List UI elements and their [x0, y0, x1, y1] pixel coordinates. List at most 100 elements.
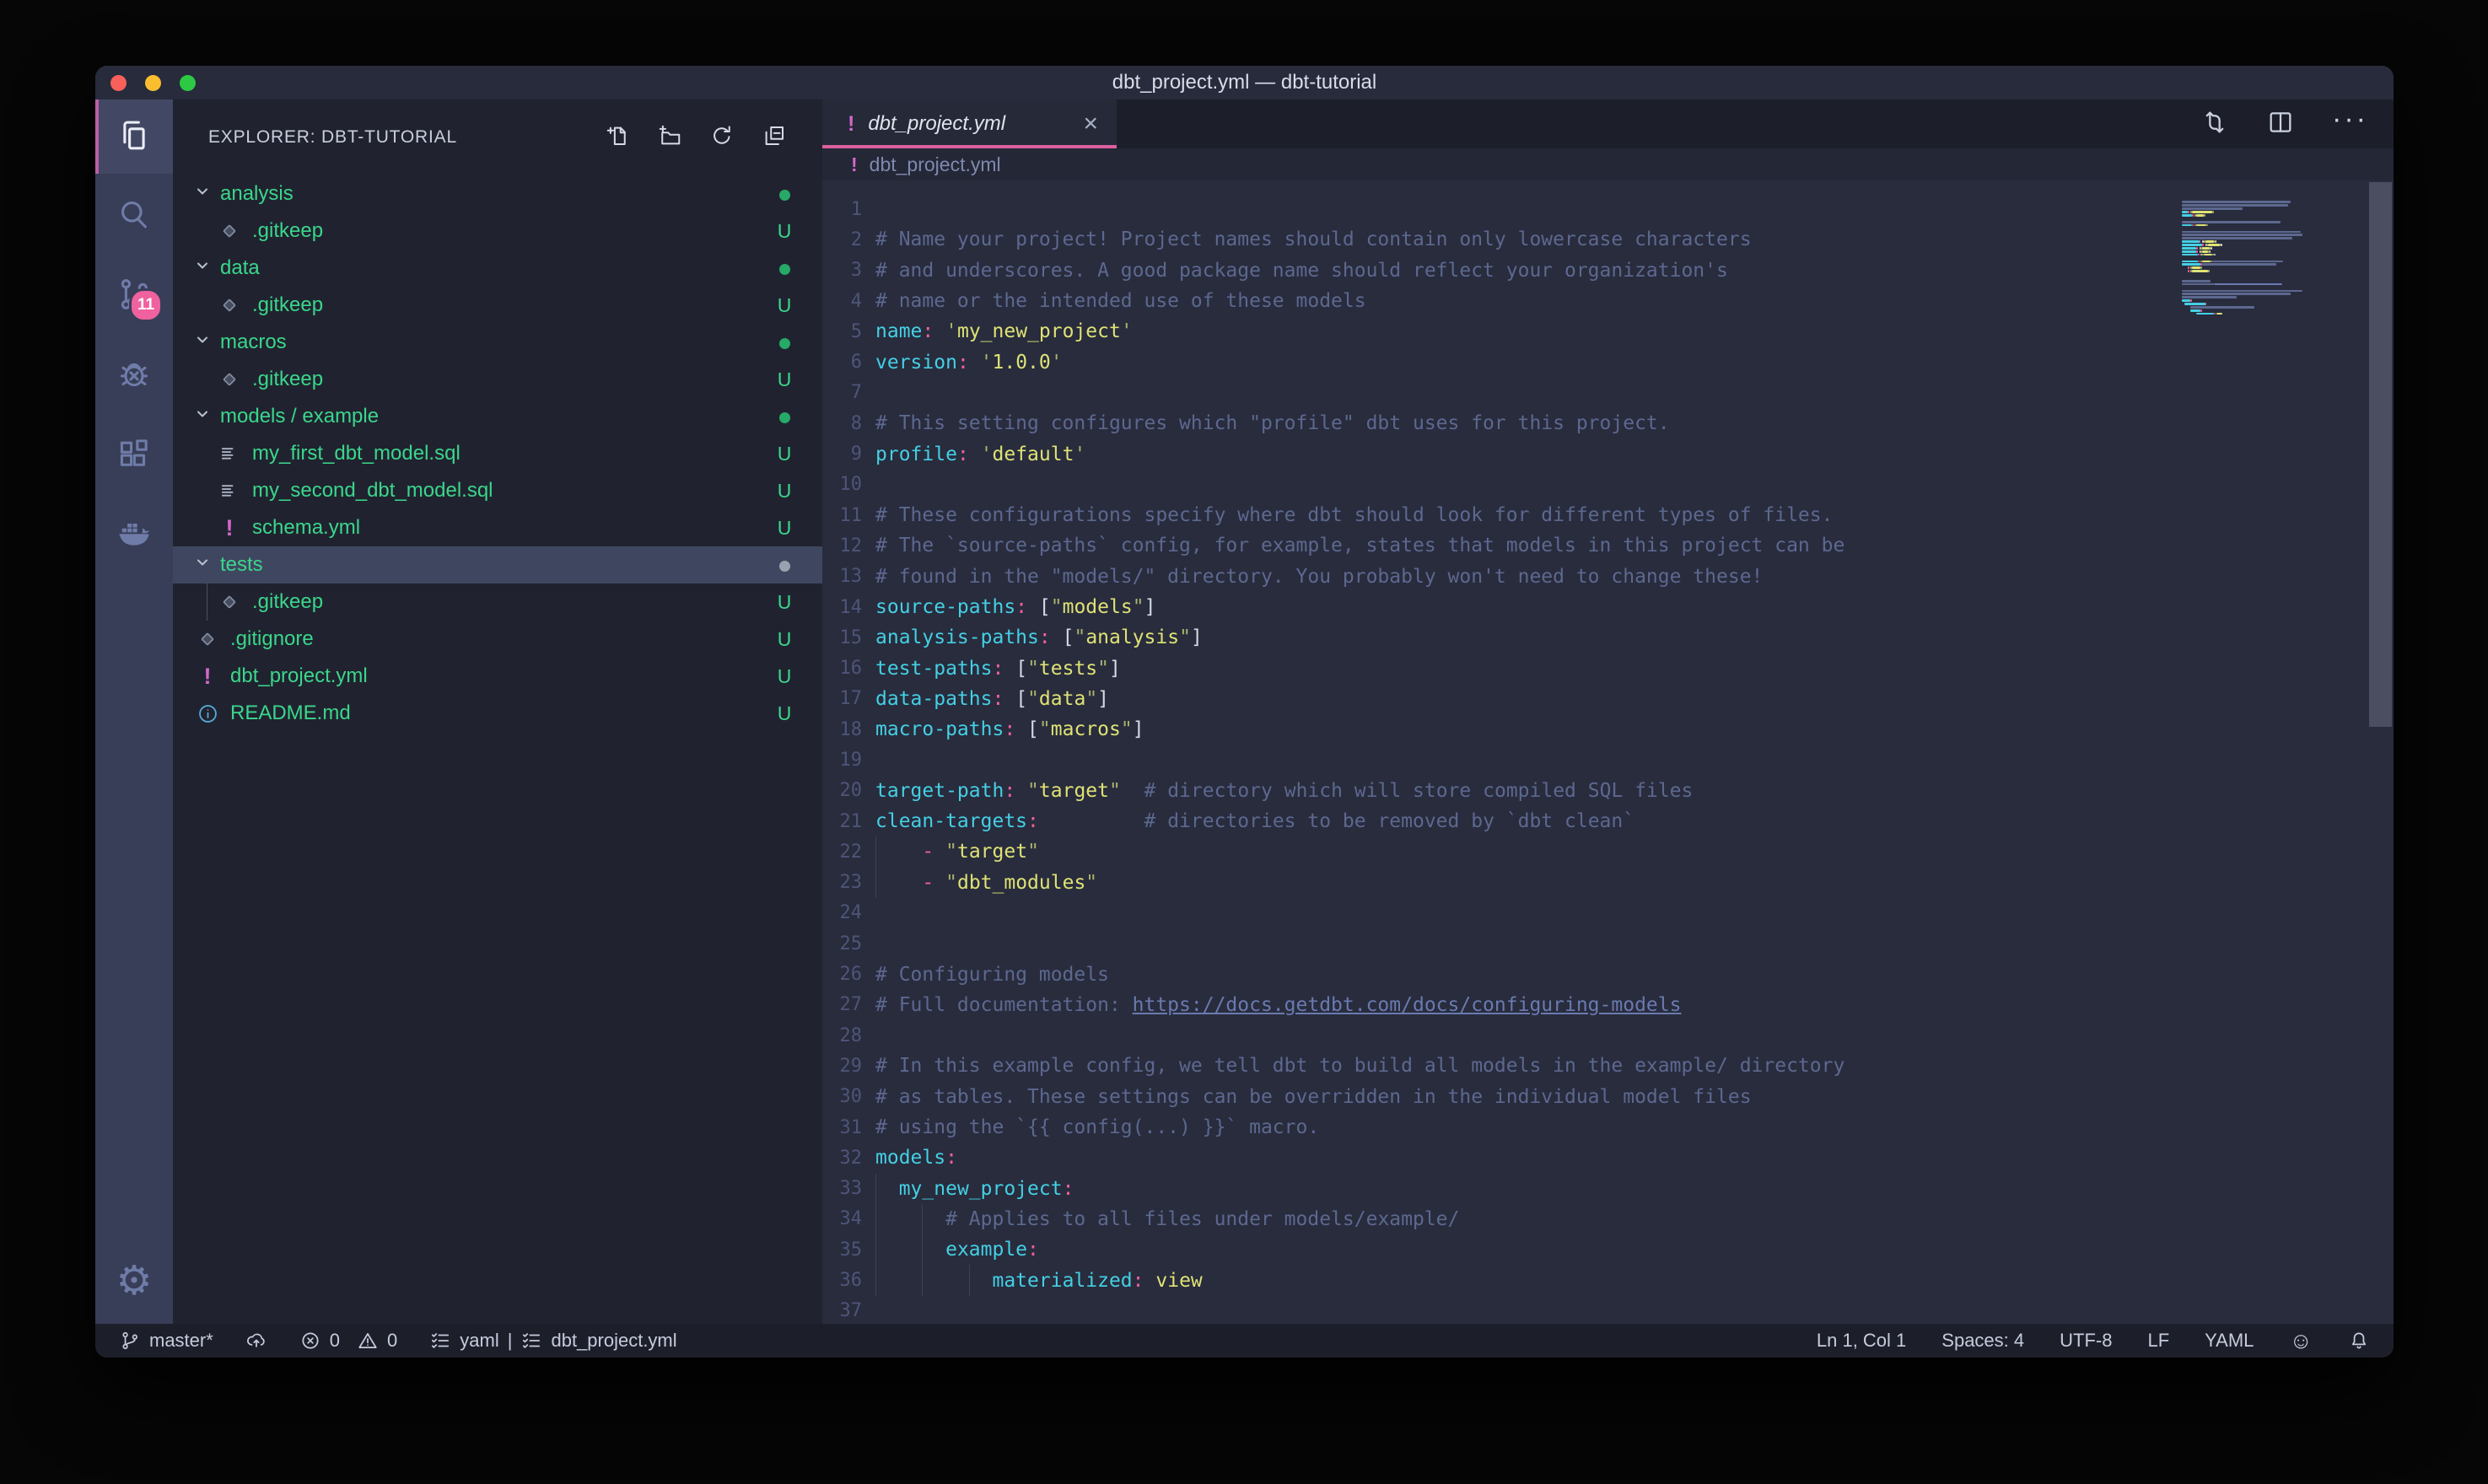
tree-item-tests[interactable]: tests [173, 546, 822, 583]
tree-item-gitkeep[interactable]: .gitkeepU [173, 212, 822, 250]
tree-item-dbt-project-yml[interactable]: !dbt_project.ymlU [173, 658, 822, 695]
tree-item-label: tests [220, 553, 772, 577]
line-number: 32 [822, 1148, 862, 1169]
breadcrumb-file-icon: ! [851, 153, 858, 176]
editor-scrollbar[interactable] [2369, 182, 2392, 727]
debug-icon[interactable] [95, 334, 173, 414]
tree-item-readme-md[interactable]: README.mdU [173, 695, 822, 732]
code-line: 8# This setting configures which "profil… [822, 408, 2394, 438]
sql-file-icon [217, 441, 242, 466]
collapse-folders-icon[interactable] [762, 123, 787, 153]
git-file-icon [195, 626, 220, 652]
breadcrumb-label: dbt_project.yml [870, 153, 1001, 176]
vscode-window: dbt_project.yml — dbt-tutorial 11 [95, 66, 2394, 1358]
tree-item-gitkeep[interactable]: .gitkeepU [173, 287, 822, 324]
line-number: 1 [822, 199, 862, 220]
indentation-status[interactable]: Spaces: 4 [1941, 1330, 2024, 1352]
code-lines: 12# Name your project! Project names sho… [822, 194, 2394, 1324]
feedback-smiley-icon[interactable]: ☺ [2289, 1330, 2313, 1352]
yaml-file-icon: ! [217, 515, 242, 540]
title-bar: dbt_project.yml — dbt-tutorial [95, 66, 2394, 99]
extensions-icon[interactable] [95, 414, 173, 494]
line-number: 37 [822, 1300, 862, 1321]
line-number: 2 [822, 229, 862, 250]
git-branch-status[interactable]: master* [119, 1330, 213, 1352]
code-line: 7 [822, 378, 2394, 408]
tree-item-label: dbt_project.yml [230, 664, 772, 688]
file-tree: analysis.gitkeepUdata.gitkeepUmacros.git… [173, 175, 822, 732]
cursor-position[interactable]: Ln 1, Col 1 [1817, 1330, 1906, 1352]
code-line: 9profile: 'default' [822, 438, 2394, 469]
tree-item-models-example[interactable]: models / example [173, 398, 822, 435]
tree-item-gitkeep[interactable]: .gitkeepU [173, 583, 822, 621]
notifications-bell-icon[interactable] [2348, 1330, 2370, 1352]
line-number: 19 [822, 750, 862, 771]
problems-status[interactable]: 0 0 [299, 1330, 398, 1352]
language-mode[interactable]: YAML [2205, 1330, 2254, 1352]
publish-changes-icon[interactable] [245, 1330, 267, 1352]
linter-status[interactable]: yaml | dbt_project.yml [429, 1330, 676, 1352]
tree-item-gitkeep[interactable]: .gitkeepU [173, 361, 822, 398]
minimap[interactable] [2182, 197, 2363, 319]
line-number: 20 [822, 780, 862, 801]
line-number: 11 [822, 505, 862, 526]
code-editor[interactable]: 12# Name your project! Project names sho… [822, 180, 2394, 1324]
line-number: 31 [822, 1117, 862, 1138]
tree-item-macros[interactable]: macros [173, 324, 822, 361]
explorer-icon[interactable] [95, 99, 173, 174]
breadcrumb[interactable]: ! dbt_project.yml [822, 148, 2394, 180]
tree-item-my-first-dbt-model-sql[interactable]: my_first_dbt_model.sqlU [173, 435, 822, 472]
tree-item-schema-yml[interactable]: !schema.ymlU [173, 509, 822, 546]
chevron-down-icon [173, 550, 220, 581]
tree-item-analysis[interactable]: analysis [173, 175, 822, 212]
docker-icon[interactable] [95, 494, 173, 574]
code-line: 35 example: [822, 1234, 2394, 1265]
tab-close-icon[interactable]: × [1083, 111, 1098, 137]
tree-item-my-second-dbt-model-sql[interactable]: my_second_dbt_model.sqlU [173, 472, 822, 509]
tree-item-label: macros [220, 331, 772, 354]
modified-dot-badge [772, 406, 797, 428]
new-file-icon[interactable] [605, 123, 630, 153]
tree-item-label: .gitkeep [252, 219, 772, 243]
open-changes-icon[interactable] [2200, 108, 2229, 141]
code-line: 28 [822, 1020, 2394, 1051]
tree-item-gitignore[interactable]: .gitignoreU [173, 621, 822, 658]
untracked-badge: U [772, 628, 797, 651]
tree-item-label: .gitignore [230, 627, 772, 651]
line-number: 24 [822, 902, 862, 923]
code-line: 31# using the `{{ config(...) }}` macro. [822, 1112, 2394, 1143]
tab-dbt-project-yml[interactable]: ! dbt_project.yml × [822, 99, 1117, 148]
code-line: 4# name or the intended use of these mod… [822, 286, 2394, 316]
line-number: 18 [822, 719, 862, 740]
line-number: 22 [822, 841, 862, 863]
split-editor-icon[interactable] [2266, 108, 2295, 141]
tree-item-label: README.md [230, 702, 772, 725]
code-line: 23 - "dbt_modules" [822, 868, 2394, 898]
tab-label: dbt_project.yml [868, 112, 1071, 136]
editor-group: ! dbt_project.yml × ··· ! dbt_project.ym… [822, 99, 2394, 1324]
modified-dot-badge [772, 554, 797, 577]
tree-item-label: .gitkeep [252, 293, 772, 317]
code-line: 5name: 'my_new_project' [822, 316, 2394, 347]
line-number: 30 [822, 1086, 862, 1107]
code-line: 25 [822, 928, 2394, 959]
new-folder-icon[interactable] [657, 123, 682, 153]
modified-dot-badge [772, 183, 797, 206]
encoding-status[interactable]: UTF-8 [2060, 1330, 2112, 1352]
explorer-sidebar: EXPLORER: DBT-TUTORIAL analysis.gitkeepU… [173, 99, 822, 1324]
settings-gear-icon[interactable]: ⚙ [95, 1239, 173, 1324]
untracked-badge: U [772, 480, 797, 503]
untracked-badge: U [772, 220, 797, 243]
code-line: 12# The `source-paths` config, for examp… [822, 530, 2394, 561]
tree-item-label: .gitkeep [252, 368, 772, 391]
line-number: 6 [822, 352, 862, 373]
tree-item-data[interactable]: data [173, 250, 822, 287]
code-line: 33 my_new_project: [822, 1174, 2394, 1204]
line-number: 27 [822, 994, 862, 1015]
search-icon[interactable] [95, 174, 173, 254]
eol-status[interactable]: LF [2147, 1330, 2169, 1352]
source-control-icon[interactable]: 11 [95, 254, 173, 334]
line-number: 5 [822, 321, 862, 342]
refresh-explorer-icon[interactable] [709, 123, 735, 153]
more-actions-icon[interactable]: ··· [2332, 119, 2368, 129]
